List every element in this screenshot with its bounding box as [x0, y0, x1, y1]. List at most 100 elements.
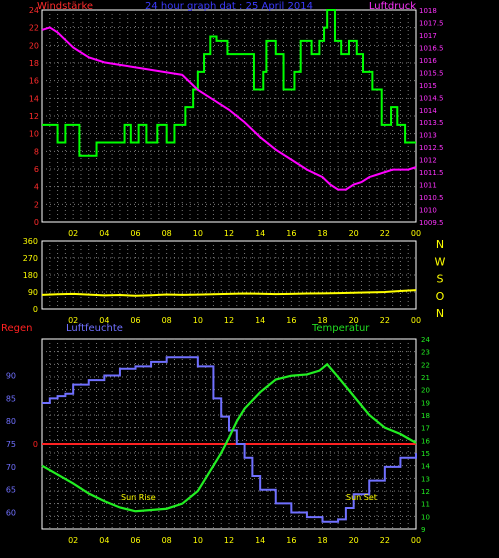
temperature-tick-label: 9: [421, 526, 425, 534]
pressure-tick-label: 1010.5: [419, 194, 444, 202]
time-tick-label: 02: [68, 536, 78, 545]
time-tick-label: 04: [99, 536, 109, 545]
time-tick-label: 16: [286, 229, 296, 238]
time-tick-label: 16: [286, 536, 296, 545]
humidity-label: Luftfeuchte: [66, 323, 123, 334]
time-tick-label: 18: [317, 536, 327, 545]
humidity-tick-label: 65: [6, 486, 16, 495]
time-tick-label: 22: [380, 536, 390, 545]
humidity-tick-label: 85: [6, 394, 16, 403]
pressure-tick-label: 1015: [419, 82, 437, 90]
pressure-tick-label: 1016.5: [419, 44, 444, 52]
wind-tick-label: 0: [34, 218, 39, 227]
wind-tick-label: 10: [29, 130, 39, 139]
compass-label: N: [436, 307, 444, 320]
temperature-tick-label: 17: [421, 425, 430, 433]
temperature-label: Temperatur: [311, 323, 370, 334]
wind-tick-label: 8: [34, 147, 39, 156]
time-tick-label: 00: [411, 229, 421, 238]
wind-tick-label: 12: [29, 112, 39, 121]
time-tick-label: 04: [99, 229, 109, 238]
time-tick-label: 10: [193, 536, 203, 545]
humidity-tick-label: 60: [6, 509, 16, 518]
direction-tick-label: 90: [28, 288, 38, 297]
time-tick-label: 20: [349, 536, 359, 545]
direction-tick-label: 360: [23, 237, 38, 246]
pressure-tick-label: 1012.5: [419, 144, 444, 152]
time-tick-label: 12: [224, 316, 234, 325]
temperature-tick-label: 24: [421, 336, 430, 344]
pressure-tick-label: 1011: [419, 182, 437, 190]
pressure-tick-label: 1017.5: [419, 19, 444, 27]
time-tick-label: 14: [255, 229, 265, 238]
direction-tick-label: 0: [33, 305, 38, 314]
temperature-tick-label: 11: [421, 501, 430, 509]
time-tick-label: 08: [162, 229, 172, 238]
temperature-tick-label: 10: [421, 513, 430, 521]
humidity-tick-label: 70: [6, 463, 16, 472]
time-tick-label: 06: [130, 229, 140, 238]
pressure-tick-label: 1017: [419, 32, 437, 40]
time-tick-label: 14: [255, 536, 265, 545]
time-tick-label: 08: [162, 316, 172, 325]
temperature-tick-label: 13: [421, 475, 430, 483]
pressure-tick-label: 1012: [419, 157, 437, 165]
temperature-tick-label: 15: [421, 450, 430, 458]
time-tick-label: 08: [162, 536, 172, 545]
temperature-tick-label: 12: [421, 488, 430, 496]
humidity-tick-label: 90: [6, 372, 16, 381]
sunset-label: Sun Set: [346, 493, 377, 502]
time-tick-label: 06: [130, 316, 140, 325]
pressure-tick-label: 1016: [419, 57, 437, 65]
wind-tick-label: 4: [34, 183, 39, 192]
compass-label: N: [436, 238, 444, 251]
time-tick-label: 22: [380, 316, 390, 325]
wind-tick-label: 20: [29, 41, 39, 50]
wind-tick-label: 6: [34, 165, 39, 174]
pressure-tick-label: 1014: [419, 107, 437, 115]
wind-tick-label: 2: [34, 200, 39, 209]
wind-tick-label: 14: [29, 94, 39, 103]
humidity-tick-label: 75: [6, 440, 16, 449]
pressure-tick-label: 1009.5: [419, 219, 444, 227]
time-tick-label: 12: [224, 229, 234, 238]
temperature-tick-label: 18: [421, 412, 430, 420]
time-tick-label: 10: [193, 316, 203, 325]
chart-title: 24 hour graph dat : 25 April 2014: [145, 1, 313, 12]
direction-tick-label: 270: [23, 254, 38, 263]
compass-label: O: [436, 290, 445, 303]
compass-label: S: [437, 273, 444, 286]
pressure-tick-label: 1013.5: [419, 119, 444, 127]
wind-tick-label: 16: [29, 77, 39, 86]
pressure-tick-label: 1011.5: [419, 169, 444, 177]
wind-axis-label: Windstärke: [37, 1, 93, 12]
time-tick-label: 16: [286, 316, 296, 325]
pressure-tick-label: 1015.5: [419, 69, 444, 77]
time-tick-label: 20: [349, 229, 359, 238]
temperature-tick-label: 14: [421, 463, 430, 471]
temperature-tick-label: 20: [421, 387, 430, 395]
wind-tick-label: 24: [29, 6, 39, 15]
time-tick-label: 06: [130, 536, 140, 545]
pressure-tick-label: 1018: [419, 7, 437, 15]
sunrise-label: Sun Rise: [121, 493, 156, 502]
time-tick-label: 02: [68, 229, 78, 238]
pressure-tick-label: 1010: [419, 207, 437, 215]
regen-tick-label: 0: [33, 440, 38, 449]
compass-label: W: [435, 255, 446, 268]
temperature-tick-label: 16: [421, 437, 430, 445]
time-tick-label: 00: [411, 536, 421, 545]
time-tick-label: 10: [193, 229, 203, 238]
time-tick-label: 14: [255, 316, 265, 325]
time-tick-label: 00: [411, 316, 421, 325]
regen-label: Regen: [1, 323, 33, 334]
pressure-axis-label: Luftdruck: [369, 1, 416, 12]
direction-tick-label: 180: [23, 271, 38, 280]
wind-tick-label: 18: [29, 59, 39, 68]
temperature-tick-label: 22: [421, 361, 430, 369]
time-tick-label: 12: [224, 536, 234, 545]
temperature-tick-label: 21: [421, 374, 430, 382]
temperature-tick-label: 19: [421, 399, 430, 407]
pressure-tick-label: 1013: [419, 132, 437, 140]
wind-tick-label: 22: [29, 24, 39, 33]
